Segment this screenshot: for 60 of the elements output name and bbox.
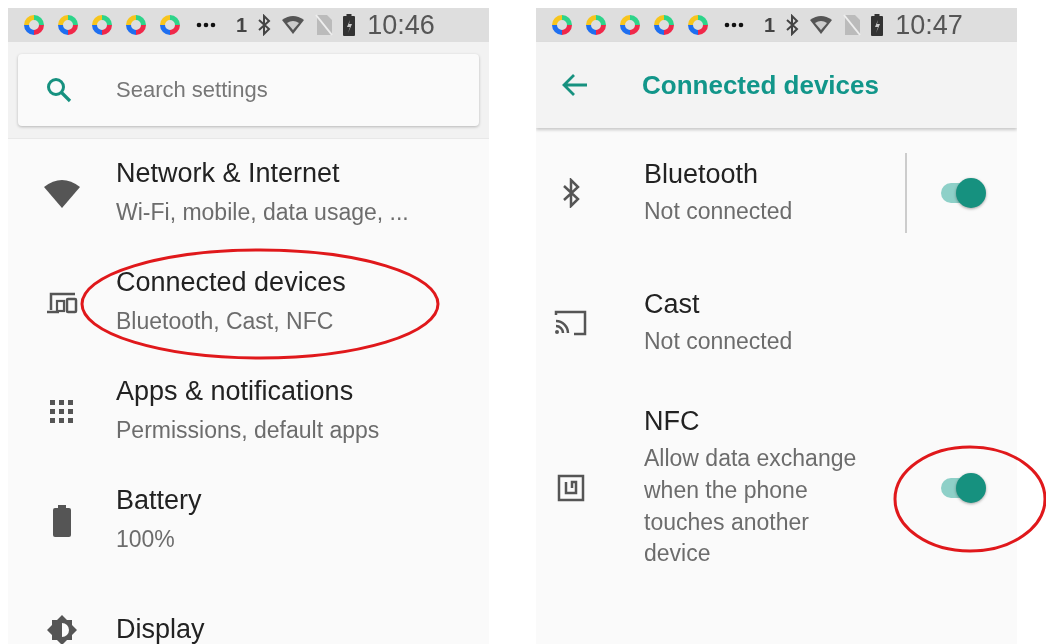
item-title: Cast xyxy=(644,288,701,320)
battery-icon xyxy=(871,14,884,36)
item-title: Network & Internet xyxy=(116,158,341,190)
search-icon xyxy=(46,77,72,103)
settings-item[interactable]: Connected devices Bluetooth, Cast, NFC xyxy=(8,248,489,357)
item-title: Display xyxy=(116,614,206,644)
item-subtitle: Wi-Fi, mobile, data usage, ... xyxy=(116,198,410,228)
item-title: Bluetooth xyxy=(644,158,760,190)
app-logo-icon xyxy=(90,13,114,37)
bluetooth-icon xyxy=(257,14,272,36)
search-field[interactable]: Search settings xyxy=(18,54,479,126)
device-item[interactable]: Bluetooth Not connected xyxy=(536,128,1017,258)
back-arrow-icon xyxy=(562,73,588,97)
app-logo-icon xyxy=(22,13,46,37)
item-subtitle: Bluetooth, Cast, NFC xyxy=(116,307,335,337)
item-title: NFC xyxy=(644,406,701,438)
app-logo-icon xyxy=(652,13,676,37)
settings-item[interactable]: Network & Internet Wi-Fi, mobile, data usage, ... xyxy=(8,139,489,248)
page-title: Connected devices xyxy=(642,69,879,101)
wifi-icon xyxy=(43,178,81,209)
app-logo-icon xyxy=(550,13,574,37)
device-item[interactable]: NFC Allow data exchange when the phone touches another device xyxy=(536,388,1017,588)
apps-grid-icon xyxy=(49,398,75,425)
item-subtitle: Allow data exchange when the phone touches another device xyxy=(644,444,858,569)
more-icon xyxy=(724,22,744,28)
item-title: Connected devices xyxy=(116,267,347,299)
back-button[interactable] xyxy=(562,73,588,97)
app-logo-icon xyxy=(686,13,710,37)
devices-icon xyxy=(45,290,79,315)
device-item[interactable]: Cast Not connected xyxy=(536,258,1017,388)
bluetooth-icon xyxy=(561,178,581,208)
wifi-icon xyxy=(809,15,834,35)
battery-icon xyxy=(53,504,71,537)
nfc-icon xyxy=(557,474,585,502)
app-logo-icon xyxy=(56,13,80,37)
no-sim-icon xyxy=(315,14,334,36)
no-sim-icon xyxy=(843,14,862,36)
app-logo-icon xyxy=(618,13,642,37)
wifi-icon xyxy=(281,15,306,35)
battery-icon xyxy=(343,14,356,36)
item-subtitle: 100% xyxy=(116,525,176,555)
sim-number: 1 xyxy=(764,13,776,37)
clock-time: 10:47 xyxy=(895,9,963,41)
item-subtitle: Not connected xyxy=(644,196,794,226)
app-logo-icon xyxy=(158,13,182,37)
search-placeholder: Search settings xyxy=(116,77,268,103)
item-subtitle: Not connected xyxy=(644,326,794,356)
more-icon xyxy=(196,22,216,28)
settings-item[interactable]: Display xyxy=(8,575,489,644)
cast-icon xyxy=(554,309,588,337)
clock-time: 10:46 xyxy=(367,9,435,41)
sim-number: 1 xyxy=(236,13,248,37)
item-subtitle: Permissions, default apps xyxy=(116,416,381,446)
bluetooth-icon xyxy=(785,14,800,36)
app-logo-icon xyxy=(124,13,148,37)
item-title: Battery xyxy=(116,485,203,517)
app-logo-icon xyxy=(584,13,608,37)
settings-item[interactable]: Battery 100% xyxy=(8,466,489,575)
item-title: Apps & notifications xyxy=(116,376,355,408)
settings-item[interactable]: Apps & notifications Permissions, default apps xyxy=(8,357,489,466)
